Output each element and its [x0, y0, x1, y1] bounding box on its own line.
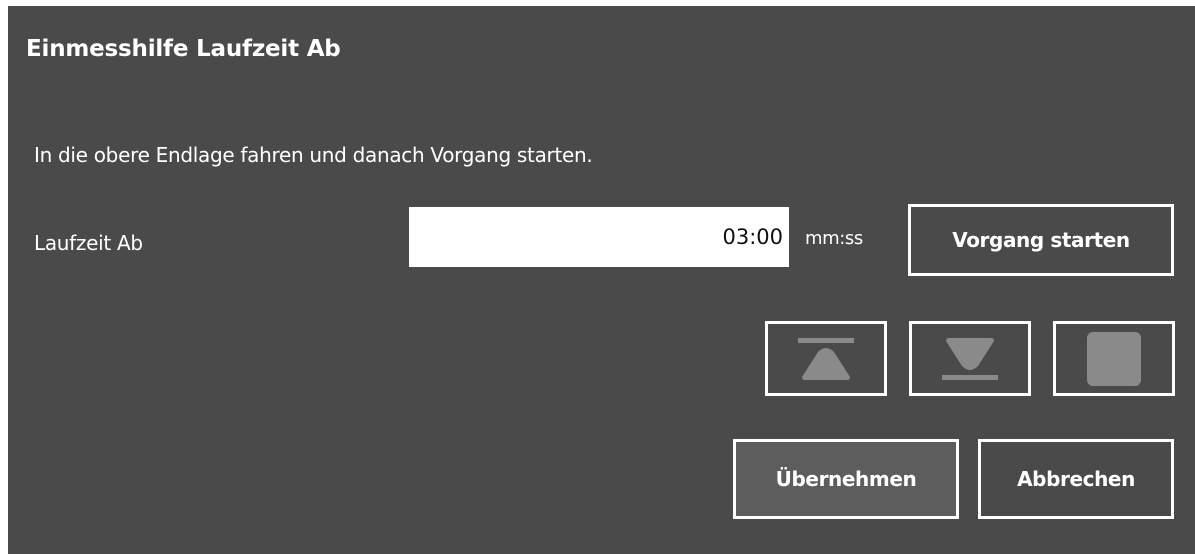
runtime-unit: mm:ss — [805, 228, 863, 249]
runtime-input[interactable] — [409, 207, 789, 267]
move-up-to-end-icon — [798, 337, 854, 380]
dialog-title: Einmesshilfe Laufzeit Ab — [26, 36, 341, 62]
move-up-button[interactable] — [765, 321, 887, 396]
runtime-label: Laufzeit Ab — [34, 231, 143, 255]
dialog: Einmesshilfe Laufzeit Ab In die obere En… — [8, 6, 1195, 554]
instruction-text: In die obere Endlage fahren und danach V… — [34, 143, 593, 167]
move-down-button[interactable] — [909, 321, 1031, 396]
stop-icon — [1087, 331, 1141, 386]
start-process-button[interactable]: Vorgang starten — [908, 204, 1174, 276]
apply-button[interactable]: Übernehmen — [733, 439, 959, 519]
cancel-button[interactable]: Abbrechen — [978, 439, 1174, 519]
move-down-to-end-icon — [942, 337, 998, 380]
stop-button[interactable] — [1053, 321, 1175, 396]
